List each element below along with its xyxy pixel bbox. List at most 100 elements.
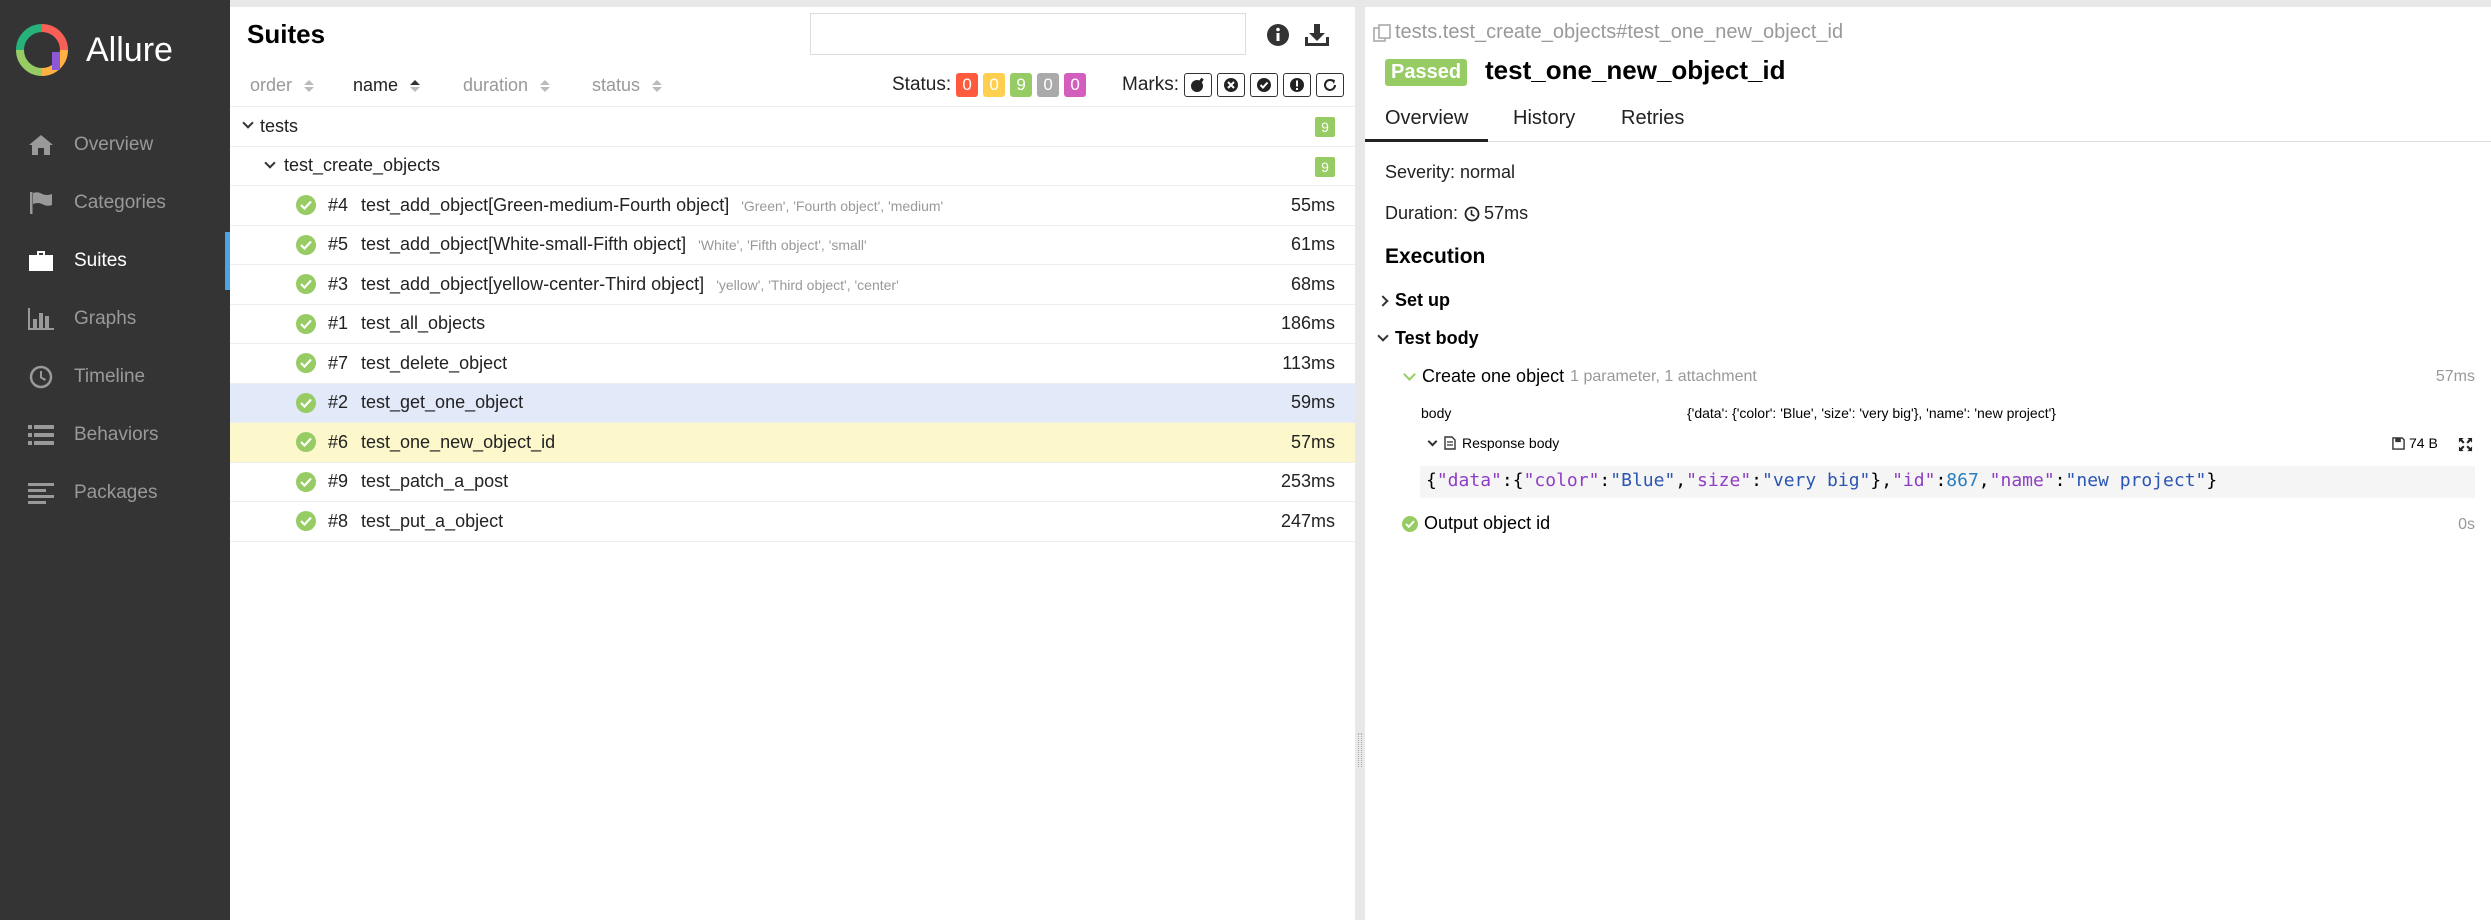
pane-divider[interactable] <box>1355 0 1365 920</box>
tab-retries[interactable]: Retries <box>1621 107 1684 130</box>
code-string: "very big" <box>1762 470 1871 491</box>
test-duration: 68ms <box>1290 273 1335 294</box>
test-body-section[interactable]: Test body <box>1377 328 1479 349</box>
sidebar-item-label: Graphs <box>74 308 137 329</box>
test-row[interactable]: #4 test_add_object[Green-medium-Fourth o… <box>230 186 1355 226</box>
attachment-size-wrap: 74 B <box>2392 435 2438 451</box>
sidebar-item-label: Overview <box>74 134 154 155</box>
new-failed-mark-icon[interactable] <box>1217 73 1245 97</box>
test-number: #4 <box>328 194 349 215</box>
sidebar-item-timeline[interactable]: Timeline <box>0 348 230 406</box>
setup-label: Set up <box>1395 290 1451 310</box>
passed-check-icon <box>296 274 316 295</box>
search-input[interactable] <box>810 13 1246 55</box>
test-number: #3 <box>328 273 349 294</box>
step-create-one-object[interactable]: Create one object 1 parameter, 1 attachm… <box>1403 366 1757 387</box>
test-row[interactable]: #9 test_patch_a_post 253ms <box>230 463 1355 502</box>
status-unknown-badge[interactable]: 0 <box>1064 73 1087 97</box>
setup-section[interactable]: Set up <box>1377 290 1451 311</box>
new-passed-mark-icon[interactable] <box>1250 73 1278 97</box>
sidebar-item-behaviors[interactable]: Behaviors <box>0 406 230 464</box>
new-broken-mark-icon[interactable] <box>1283 73 1311 97</box>
test-duration: 247ms <box>1280 510 1335 531</box>
test-name: test_add_object[White-small-Fifth object… <box>361 234 687 255</box>
step-output-object-id[interactable]: Output object id <box>1402 513 1550 534</box>
sort-order-label: order <box>250 75 293 95</box>
code-key: "name" <box>1989 470 2055 491</box>
test-full-path: tests.test_create_objects#test_one_new_o… <box>1395 21 1844 43</box>
execution-heading: Execution <box>1385 245 1486 268</box>
info-icon[interactable] <box>1266 23 1292 49</box>
sort-duration[interactable]: duration <box>463 75 551 96</box>
duration-line: Duration: 57ms <box>1385 203 1528 224</box>
chevron-right-icon <box>1377 294 1389 307</box>
test-row[interactable]: #8 test_put_a_object 247ms <box>230 502 1355 542</box>
test-duration: 59ms <box>1290 392 1335 413</box>
resize-handle[interactable] <box>1358 733 1362 767</box>
test-row[interactable]: #5 test_add_object[White-small-Fifth obj… <box>230 226 1355 265</box>
param-value: {'data': {'color': 'Blue', 'size': 'very… <box>1687 405 2056 421</box>
test-duration: 113ms <box>1282 352 1335 373</box>
test-list: #4 test_add_object[Green-medium-Fourth o… <box>230 186 1355 542</box>
attachment-size: 74 B <box>2409 435 2438 451</box>
file-icon <box>1444 436 1456 450</box>
test-row[interactable]: #3 test_add_object[yellow-center-Third o… <box>230 265 1355 305</box>
test-name-wrap: test_add_object[yellow-center-Third obje… <box>361 274 899 295</box>
test-name: test_add_object[yellow-center-Third obje… <box>361 273 705 294</box>
count-badge: 9 <box>1315 156 1335 177</box>
sidebar-item-label: Behaviors <box>74 424 159 445</box>
test-row-hovered[interactable]: #2 test_get_one_object 59ms <box>230 383 1355 423</box>
sidebar-item-overview[interactable]: Overview <box>0 116 230 174</box>
sort-status[interactable]: status <box>592 75 663 96</box>
flaky-mark-icon[interactable] <box>1184 73 1212 97</box>
code-punct: : <box>2054 470 2066 491</box>
sort-arrows-icon <box>304 79 315 93</box>
test-name: test_put_a_object <box>361 510 504 531</box>
list-icon <box>26 422 56 448</box>
param-name: body <box>1421 405 1452 421</box>
tree-node-test-create-objects[interactable]: test_create_objects 9 <box>230 147 1355 186</box>
status-skipped-badge[interactable]: 0 <box>1037 73 1060 97</box>
status-failed-badge[interactable]: 0 <box>956 73 979 97</box>
tree-node-label: test_create_objects <box>284 155 441 176</box>
attachment-row[interactable]: Response body <box>1427 435 1559 451</box>
save-icon[interactable] <box>2392 436 2405 450</box>
align-left-icon <box>26 480 56 506</box>
code-key: "size" <box>1686 470 1752 491</box>
copy-icon[interactable] <box>1373 23 1391 42</box>
code-punct: } <box>2206 470 2218 491</box>
test-row-selected[interactable]: #6 test_one_new_object_id 57ms <box>230 423 1355 463</box>
test-row[interactable]: #1 test_all_objects 186ms <box>230 305 1355 344</box>
code-key: "id" <box>1892 470 1936 491</box>
code-key: "data" <box>1436 470 1502 491</box>
retries-mark-icon[interactable] <box>1316 73 1344 97</box>
sidebar-item-graphs[interactable]: Graphs <box>0 290 230 348</box>
test-number: #8 <box>328 510 349 531</box>
test-duration: 55ms <box>1290 194 1335 215</box>
test-number: #6 <box>328 431 349 452</box>
test-name: test_add_object[Green-medium-Fourth obje… <box>361 194 730 215</box>
sidebar-item-packages[interactable]: Packages <box>0 464 230 522</box>
test-name-wrap: test_add_object[White-small-Fifth object… <box>361 234 867 255</box>
status-label: Status: <box>892 74 952 95</box>
breadcrumb: tests.test_create_objects#test_one_new_o… <box>1373 21 1843 44</box>
sort-order[interactable]: order <box>250 75 315 96</box>
download-icon[interactable] <box>1304 23 1330 49</box>
status-passed-badge[interactable]: 9 <box>1010 73 1033 97</box>
code-punct: , <box>1675 470 1687 491</box>
chevron-down-icon <box>1427 436 1438 446</box>
status-broken-badge[interactable]: 0 <box>983 73 1006 97</box>
sidebar-item-categories[interactable]: Categories <box>0 174 230 232</box>
tab-history[interactable]: History <box>1513 107 1575 130</box>
code-punct: { <box>1426 470 1437 491</box>
test-row[interactable]: #7 test_delete_object 113ms <box>230 344 1355 384</box>
logo[interactable]: Allure <box>0 0 230 100</box>
status-badge: Passed <box>1385 59 1468 86</box>
sort-name[interactable]: name <box>353 75 421 96</box>
sidebar-item-label: Suites <box>74 250 127 271</box>
tab-overview[interactable]: Overview <box>1364 107 1489 142</box>
sidebar-item-suites[interactable]: Suites <box>0 232 230 290</box>
test-number: #2 <box>328 392 349 413</box>
tree-node-tests[interactable]: tests 9 <box>230 107 1355 147</box>
expand-icon[interactable] <box>2458 437 2473 452</box>
